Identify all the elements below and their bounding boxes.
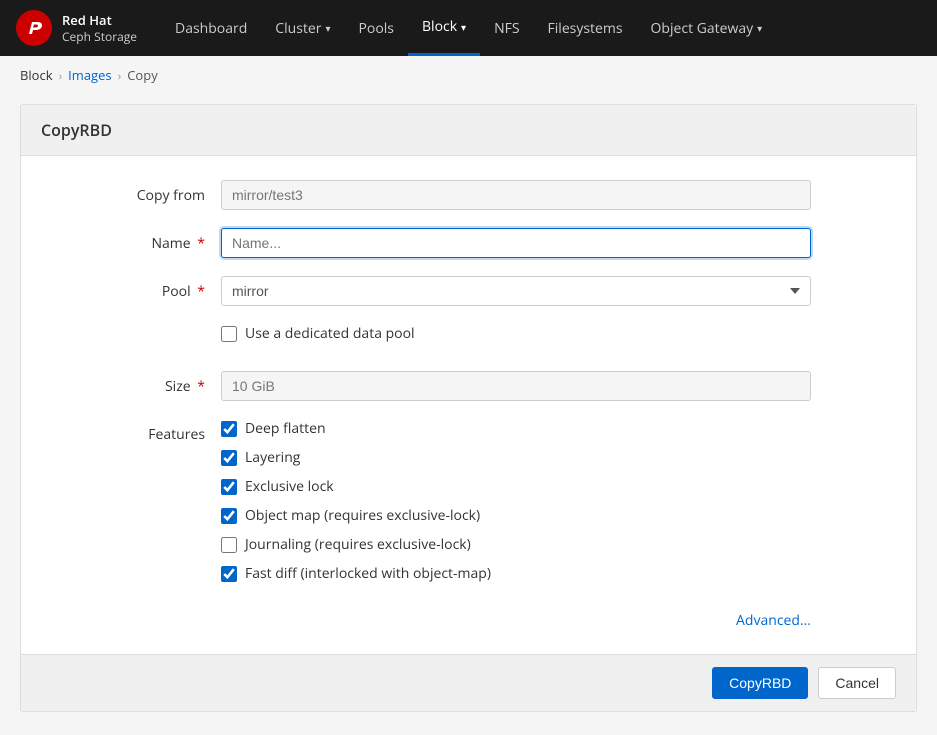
size-input bbox=[221, 371, 811, 401]
feature-item: Exclusive lock bbox=[221, 477, 811, 496]
size-group: Size * bbox=[41, 371, 896, 401]
feature-checkbox-fast-diff[interactable] bbox=[221, 566, 237, 582]
card-body: Copy from Name * Pool * bbox=[21, 156, 916, 654]
nav-cluster-chevron: ▾ bbox=[325, 21, 330, 35]
feature-checkbox-journaling[interactable] bbox=[221, 537, 237, 553]
feature-label-deep-flatten[interactable]: Deep flatten bbox=[245, 419, 326, 438]
name-group: Name * bbox=[41, 228, 896, 258]
nav-pools-label: Pools bbox=[359, 19, 394, 38]
breadcrumb: Block › Images › Copy bbox=[0, 56, 937, 94]
brand-name: Red Hat bbox=[62, 12, 137, 29]
nav-object-gateway-label: Object Gateway bbox=[651, 19, 754, 38]
nav-pools[interactable]: Pools bbox=[345, 0, 408, 56]
card-footer: CopyRBD Cancel bbox=[21, 654, 916, 711]
card-title: CopyRBD bbox=[21, 105, 916, 156]
feature-checkbox-object-map[interactable] bbox=[221, 508, 237, 524]
features-group: Features Deep flatten Layering Exclusive l… bbox=[41, 419, 896, 593]
copy-rbd-button[interactable]: CopyRBD bbox=[712, 667, 808, 699]
nav-dashboard[interactable]: Dashboard bbox=[161, 0, 261, 56]
nav-items: Dashboard Cluster ▾ Pools Block ▾ NFS Fi… bbox=[161, 0, 776, 56]
navbar: Red Hat Ceph Storage Dashboard Cluster ▾… bbox=[0, 0, 937, 56]
advanced-link-row: Advanced... bbox=[41, 611, 811, 630]
main-content: CopyRBD Copy from Name * bbox=[0, 94, 937, 732]
pool-group: Pool * mirror bbox=[41, 276, 896, 306]
breadcrumb-copy: Copy bbox=[127, 66, 157, 84]
feature-item: Journaling (requires exclusive-lock) bbox=[221, 535, 811, 554]
brand: Red Hat Ceph Storage bbox=[16, 10, 137, 46]
breadcrumb-sep-1: › bbox=[59, 67, 63, 84]
feature-label-exclusive-lock[interactable]: Exclusive lock bbox=[245, 477, 334, 496]
dedicated-pool-checkbox-item: Use a dedicated data pool bbox=[221, 324, 415, 343]
features-wrap: Deep flatten Layering Exclusive lock Object… bbox=[221, 419, 811, 593]
nav-object-gateway-chevron: ▾ bbox=[757, 21, 762, 35]
feature-label-fast-diff[interactable]: Fast diff (interlocked with object-map) bbox=[245, 564, 491, 583]
advanced-link[interactable]: Advanced... bbox=[736, 611, 811, 630]
nav-filesystems[interactable]: Filesystems bbox=[534, 0, 637, 56]
name-required: * bbox=[194, 234, 205, 253]
feature-label-layering[interactable]: Layering bbox=[245, 448, 300, 467]
copy-rbd-card: CopyRBD Copy from Name * bbox=[20, 104, 917, 712]
feature-checkbox-deep-flatten[interactable] bbox=[221, 421, 237, 437]
nav-block[interactable]: Block ▾ bbox=[408, 0, 480, 56]
dedicated-pool-label[interactable]: Use a dedicated data pool bbox=[245, 324, 415, 343]
feature-label-object-map[interactable]: Object map (requires exclusive-lock) bbox=[245, 506, 480, 525]
features-container: Deep flatten Layering Exclusive lock Object… bbox=[221, 419, 811, 583]
feature-label-journaling[interactable]: Journaling (requires exclusive-lock) bbox=[245, 535, 471, 554]
size-wrap bbox=[221, 371, 811, 401]
nav-cluster-label: Cluster bbox=[275, 19, 321, 38]
brand-product: Ceph Storage bbox=[62, 29, 137, 45]
nav-nfs-label: NFS bbox=[494, 19, 519, 38]
copy-from-group: Copy from bbox=[41, 180, 896, 210]
breadcrumb-sep-2: › bbox=[118, 67, 122, 84]
size-required: * bbox=[194, 377, 205, 396]
name-label: Name * bbox=[41, 228, 221, 253]
nav-cluster[interactable]: Cluster ▾ bbox=[261, 0, 344, 56]
pool-wrap: mirror bbox=[221, 276, 811, 306]
feature-checkbox-layering[interactable] bbox=[221, 450, 237, 466]
features-label: Features bbox=[41, 419, 221, 444]
copy-from-wrap bbox=[221, 180, 811, 210]
copy-from-label: Copy from bbox=[41, 180, 221, 205]
redhat-logo bbox=[16, 10, 52, 46]
feature-item: Layering bbox=[221, 448, 811, 467]
cancel-button[interactable]: Cancel bbox=[818, 667, 896, 699]
copy-from-input bbox=[221, 180, 811, 210]
pool-label: Pool * bbox=[41, 276, 221, 301]
nav-nfs[interactable]: NFS bbox=[480, 0, 533, 56]
breadcrumb-images[interactable]: Images bbox=[68, 66, 111, 84]
feature-item: Object map (requires exclusive-lock) bbox=[221, 506, 811, 525]
nav-block-label: Block bbox=[422, 17, 457, 36]
feature-checkbox-exclusive-lock[interactable] bbox=[221, 479, 237, 495]
dedicated-pool-row: Use a dedicated data pool bbox=[41, 324, 896, 353]
nav-object-gateway[interactable]: Object Gateway ▾ bbox=[637, 0, 777, 56]
feature-item: Fast diff (interlocked with object-map) bbox=[221, 564, 811, 583]
size-label: Size * bbox=[41, 371, 221, 396]
name-input[interactable] bbox=[221, 228, 811, 258]
nav-filesystems-label: Filesystems bbox=[548, 19, 623, 38]
pool-required: * bbox=[194, 282, 205, 301]
dedicated-pool-checkbox[interactable] bbox=[221, 326, 237, 342]
breadcrumb-block: Block bbox=[20, 66, 53, 84]
name-wrap bbox=[221, 228, 811, 258]
nav-block-chevron: ▾ bbox=[461, 20, 466, 34]
pool-select[interactable]: mirror bbox=[221, 276, 811, 306]
nav-dashboard-label: Dashboard bbox=[175, 19, 247, 38]
feature-item: Deep flatten bbox=[221, 419, 811, 438]
